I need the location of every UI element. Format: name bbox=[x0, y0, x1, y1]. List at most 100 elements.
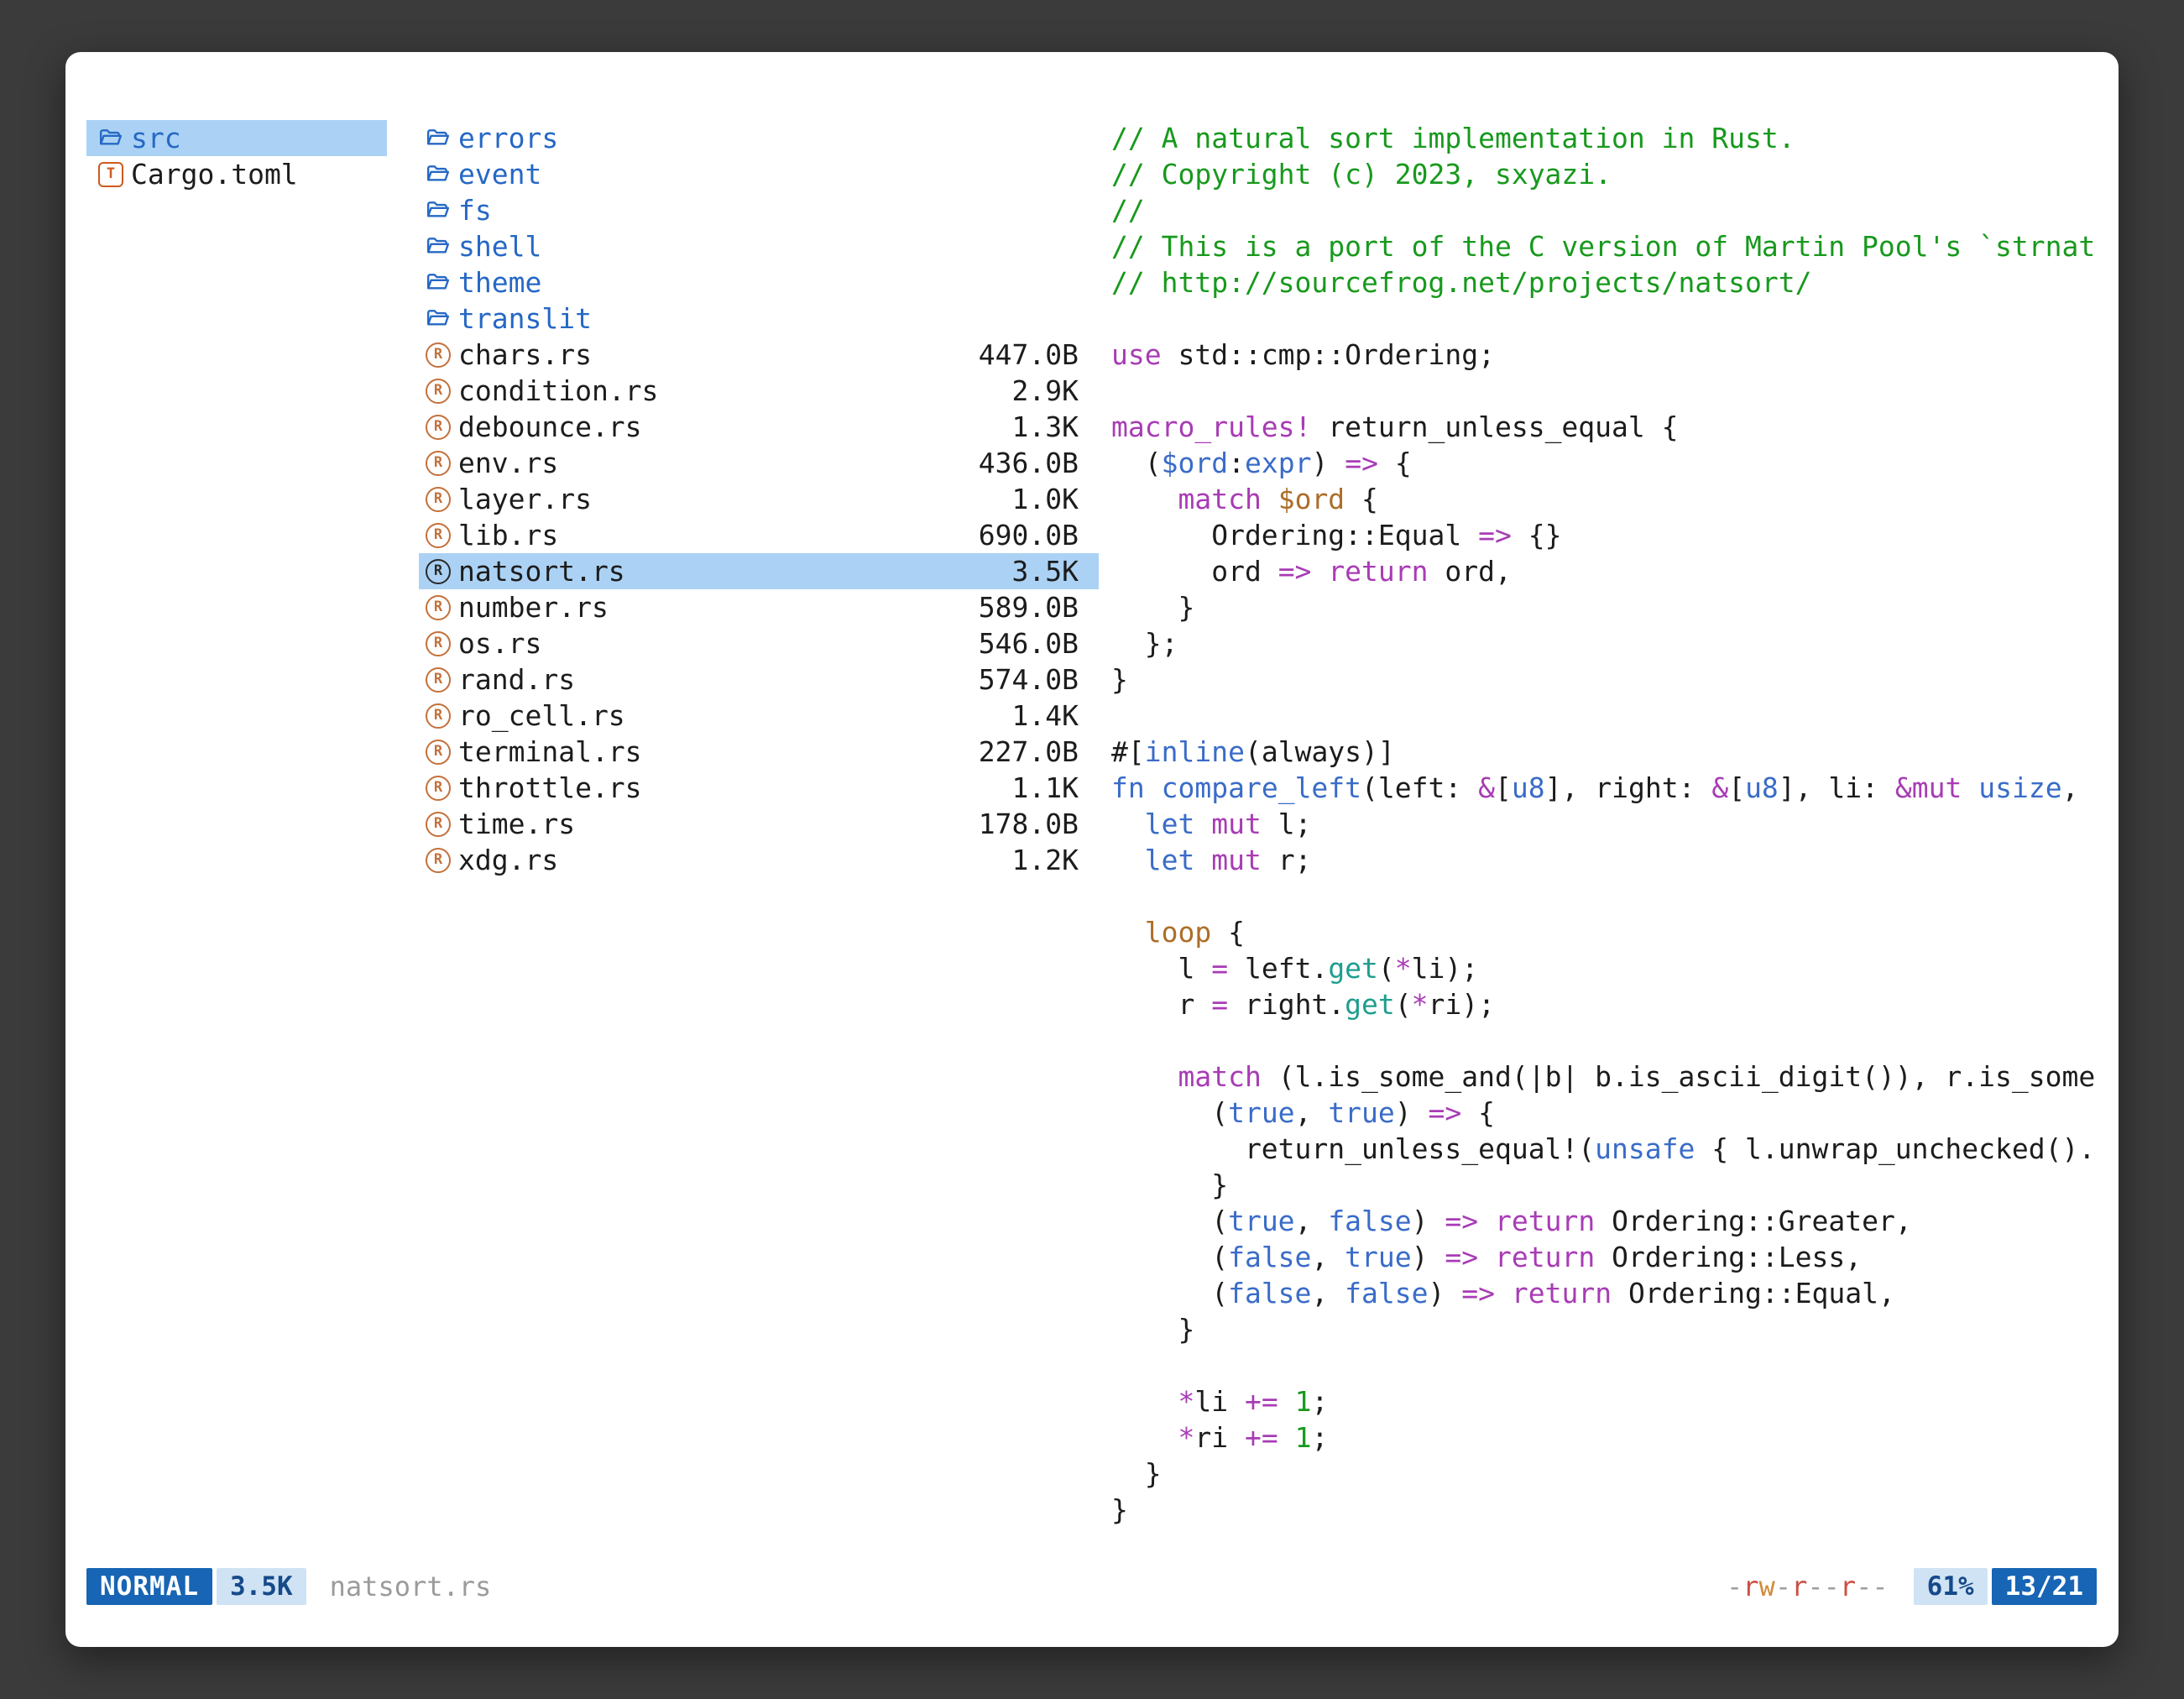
status-filename: natsort.rs bbox=[330, 1571, 492, 1602]
toml-file-icon: T bbox=[98, 162, 123, 187]
file-row[interactable]: Rthrottle.rs1.1K bbox=[419, 770, 1099, 806]
entry-size: 574.0B bbox=[979, 663, 1079, 696]
rust-file-icon: R bbox=[426, 451, 451, 476]
rust-file-icon: R bbox=[426, 559, 451, 584]
entry-size: 436.0B bbox=[979, 447, 1079, 479]
entry-size: 3.5K bbox=[1012, 555, 1079, 588]
folder-icon bbox=[98, 126, 123, 151]
entry-name: fs bbox=[458, 194, 492, 227]
terminal-window: src T Cargo.toml errorseventfsshellthemetr… bbox=[65, 52, 2119, 1647]
file-row[interactable]: Ros.rs 546.0B bbox=[419, 625, 1099, 661]
entry-name: lib.rs bbox=[458, 519, 558, 552]
scroll-percentage: 61% bbox=[1914, 1568, 1988, 1605]
code-line: (true, true) => { bbox=[1111, 1095, 2112, 1131]
code-line: } bbox=[1111, 589, 2112, 625]
rust-file-icon: R bbox=[426, 379, 451, 404]
code-line: fn compare_left(left: &[u8], right: &[u8… bbox=[1111, 770, 2112, 806]
code-line: (false, true) => return Ordering::Less, bbox=[1111, 1239, 2112, 1275]
code-line: #[inline(always)] bbox=[1111, 734, 2112, 770]
file-row[interactable]: Rchars.rs447.0B bbox=[419, 337, 1099, 373]
entry-name: env.rs bbox=[458, 447, 558, 479]
file-row[interactable]: Rnatsort.rs3.5K bbox=[419, 553, 1099, 589]
entry-name: number.rs bbox=[458, 591, 609, 624]
entry-size: 227.0B bbox=[979, 735, 1079, 768]
rust-file-icon: R bbox=[426, 523, 451, 548]
folder-icon bbox=[426, 162, 451, 187]
code-line bbox=[1111, 1347, 2112, 1383]
preview-pane: // A natural sort implementation in Rust… bbox=[1111, 120, 2112, 1555]
file-row[interactable]: Rterminal.rs227.0B bbox=[419, 734, 1099, 770]
entry-size: 1.3K bbox=[1012, 410, 1079, 443]
rust-file-icon: R bbox=[426, 415, 451, 440]
file-row[interactable]: Rlayer.rs1.0K bbox=[419, 481, 1099, 517]
folder-row[interactable]: errors bbox=[419, 120, 1099, 156]
folder-row[interactable]: theme bbox=[419, 264, 1099, 301]
code-line: Ordering::Equal => {} bbox=[1111, 517, 2112, 553]
file-row[interactable]: Rcondition.rs2.9K bbox=[419, 373, 1099, 409]
entry-name: shell bbox=[458, 230, 541, 263]
cursor-position: 13/21 bbox=[1992, 1568, 2097, 1605]
folder-row[interactable]: shell bbox=[419, 228, 1099, 264]
mode-indicator: NORMAL bbox=[86, 1568, 212, 1605]
folder-row[interactable]: translit bbox=[419, 301, 1099, 337]
code-line: // A natural sort implementation in Rust… bbox=[1111, 120, 2112, 156]
entry-name: theme bbox=[458, 266, 541, 299]
rust-file-icon: R bbox=[426, 703, 451, 729]
file-row[interactable]: Rdebounce.rs1.3K bbox=[419, 409, 1099, 445]
file-row[interactable]: Rtime.rs178.0B bbox=[419, 806, 1099, 842]
entry-name: time.rs bbox=[458, 808, 575, 840]
file-row[interactable]: Rrand.rs574.0B bbox=[419, 661, 1099, 698]
folder-row[interactable]: src bbox=[86, 120, 387, 156]
folder-icon bbox=[426, 234, 451, 259]
file-permissions: -rw-r--r-- bbox=[1727, 1571, 1889, 1602]
code-line: r = right.get(*ri); bbox=[1111, 986, 2112, 1022]
code-line: }; bbox=[1111, 625, 2112, 661]
code-line: *li += 1; bbox=[1111, 1383, 2112, 1419]
entry-size: 1.1K bbox=[1012, 771, 1079, 804]
entry-name: terminal.rs bbox=[458, 735, 642, 768]
entry-name: event bbox=[458, 158, 541, 191]
current-pane: errorseventfsshellthemetranslitRchars.rs… bbox=[419, 120, 1099, 1555]
code-line: // http://sourcefrog.net/projects/natsor… bbox=[1111, 264, 2112, 301]
code-line: (true, false) => return Ordering::Greate… bbox=[1111, 1203, 2112, 1239]
folder-row[interactable]: event bbox=[419, 156, 1099, 192]
code-line: ord => return ord, bbox=[1111, 553, 2112, 589]
file-row[interactable]: Rnumber.rs589.0B bbox=[419, 589, 1099, 625]
code-line: } bbox=[1111, 1311, 2112, 1347]
code-line: } bbox=[1111, 1167, 2112, 1203]
file-row[interactable]: Renv.rs 436.0B bbox=[419, 445, 1099, 481]
entry-size: 690.0B bbox=[979, 519, 1079, 552]
folder-row[interactable]: fs bbox=[419, 192, 1099, 228]
entry-name: os.rs bbox=[458, 627, 541, 660]
entry-name: Cargo.toml bbox=[131, 158, 298, 191]
code-line: let mut r; bbox=[1111, 842, 2112, 878]
entry-size: 1.2K bbox=[1012, 844, 1079, 876]
rust-file-icon: R bbox=[426, 631, 451, 656]
rust-file-icon: R bbox=[426, 667, 451, 693]
code-line: (false, false) => return Ordering::Equal… bbox=[1111, 1275, 2112, 1311]
code-line: l = left.get(*li); bbox=[1111, 950, 2112, 986]
code-line bbox=[1111, 878, 2112, 914]
entry-size: 546.0B bbox=[979, 627, 1079, 660]
desktop-background: { "colors": { "desktop_bg": "#3b3b3b", "… bbox=[0, 0, 2184, 1699]
file-row[interactable]: T Cargo.toml bbox=[86, 156, 387, 192]
entry-size: 589.0B bbox=[979, 591, 1079, 624]
rust-file-icon: R bbox=[426, 848, 451, 873]
file-row[interactable]: Rxdg.rs 1.2K bbox=[419, 842, 1099, 878]
permission-char: r bbox=[1791, 1571, 1807, 1602]
code-line: // This is a port of the C version of Ma… bbox=[1111, 228, 2112, 264]
code-line: } bbox=[1111, 1492, 2112, 1528]
permission-char: - bbox=[1727, 1571, 1742, 1602]
code-line: let mut l; bbox=[1111, 806, 2112, 842]
code-line: *ri += 1; bbox=[1111, 1419, 2112, 1456]
file-row[interactable]: Rlib.rs 690.0B bbox=[419, 517, 1099, 553]
entry-size: 1.0K bbox=[1012, 483, 1079, 515]
code-line: // Copyright (c) 2023, sxyazi. bbox=[1111, 156, 2112, 192]
folder-icon bbox=[426, 306, 451, 332]
permission-char: w bbox=[1759, 1571, 1775, 1602]
entry-name: layer.rs bbox=[458, 483, 592, 515]
entry-name: xdg.rs bbox=[458, 844, 558, 876]
file-row[interactable]: Rro_cell.rs1.4K bbox=[419, 698, 1099, 734]
file-size-chip: 3.5K bbox=[217, 1568, 306, 1605]
code-line bbox=[1111, 373, 2112, 409]
